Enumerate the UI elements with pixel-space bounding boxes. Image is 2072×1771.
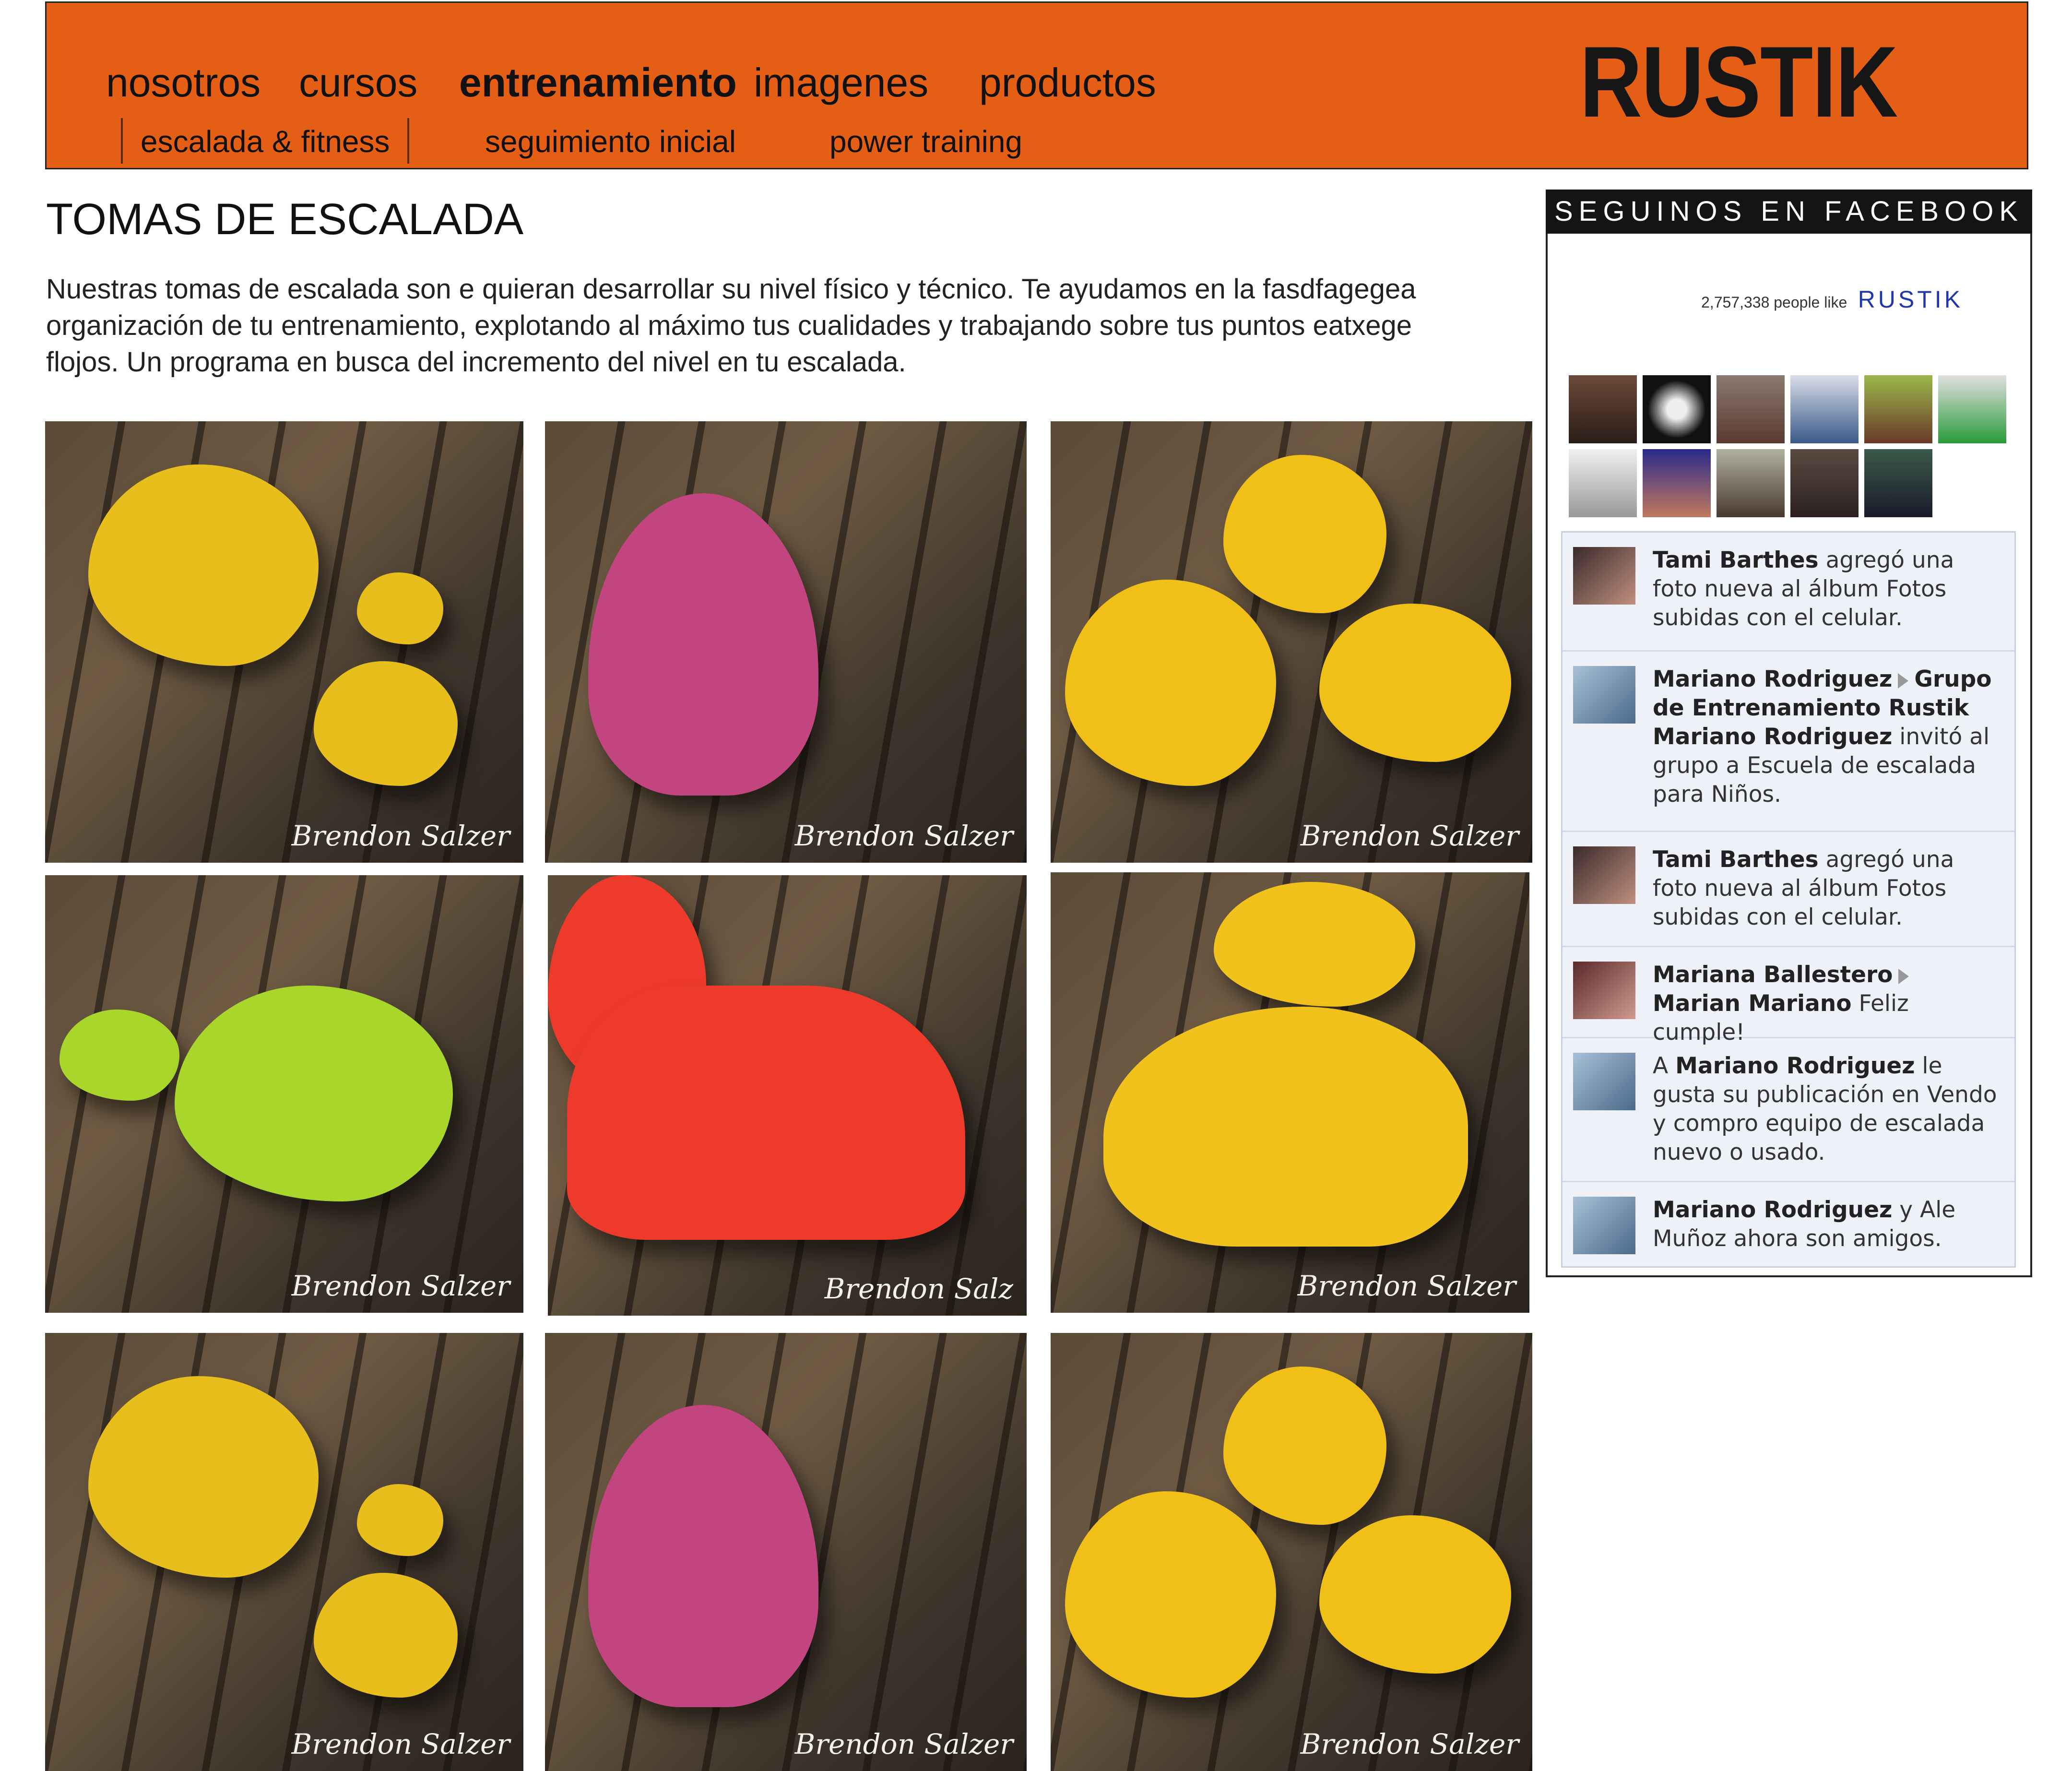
avatar[interactable] <box>1864 375 1932 443</box>
feed-story[interactable]: Mariano Rodriguez Grupo de Entrenamiento … <box>1563 652 2014 832</box>
like-line: 2,757,338 people like RUSTIK <box>1701 285 1963 313</box>
story-text: Mariano Rodriguez Grupo de Entrenamiento … <box>1653 665 1998 809</box>
story-avatar[interactable] <box>1573 666 1635 724</box>
avatar[interactable] <box>1717 449 1785 517</box>
photo-watermark: Brendon Salzer <box>1297 1270 1516 1302</box>
photo-tile[interactable]: Brendon Salzer <box>1051 421 1532 863</box>
avatar[interactable] <box>1643 449 1711 517</box>
avatar[interactable] <box>1790 375 1859 443</box>
avatar[interactable] <box>1569 375 1637 443</box>
story-actor[interactable]: Mariano Rodriguez <box>1653 666 1892 692</box>
photo-watermark: Brendon Salzer <box>291 1728 510 1760</box>
photo-tile[interactable]: Brendon Salzer <box>45 875 523 1313</box>
subnav-divider <box>407 118 409 164</box>
climbing-hold <box>357 1484 443 1556</box>
feed-story[interactable]: Mariano Rodriguez y Ale Muñoz ahora son … <box>1563 1182 2014 1266</box>
story-actor[interactable]: Tami Barthes <box>1653 547 1819 573</box>
feed-story[interactable]: A Mariano Rodriguez le gusta su publicac… <box>1563 1038 2014 1182</box>
story-text: A Mariano Rodriguez le gusta su publicac… <box>1653 1052 1998 1167</box>
climbing-hold <box>314 661 458 786</box>
page-title: TOMAS DE ESCALADA <box>46 195 524 244</box>
story-actor[interactable]: Tami Barthes <box>1653 846 1819 873</box>
story-avatar[interactable] <box>1573 547 1635 605</box>
climbing-hold <box>1223 1367 1386 1525</box>
story-text: Mariana BallesteroMarian Mariano Feliz c… <box>1653 961 1998 1047</box>
like-count: 2,757,338 people like <box>1701 294 1847 311</box>
story-prefix: A <box>1653 1053 1676 1079</box>
fb-page-link[interactable]: RUSTIK <box>1858 286 1963 313</box>
photo-watermark: Brendon Salzer <box>794 820 1013 852</box>
story-text: Mariano Rodriguez y Ale Muñoz ahora son … <box>1653 1196 1998 1253</box>
climbing-hold <box>1223 455 1386 613</box>
feed-story[interactable]: Mariana BallesteroMarian Mariano Feliz c… <box>1563 947 2014 1046</box>
story-text: Tami Barthes agregó una foto nueva al ál… <box>1653 845 1998 932</box>
story-target[interactable]: Marian Mariano <box>1653 990 1852 1017</box>
intro-text: Nuestras tomas de escalada son e quieran… <box>46 271 1543 380</box>
photo-watermark: Brendon Salzer <box>291 1270 510 1302</box>
site-header: nosotros cursos entrenamiento imagenes p… <box>45 1 2028 169</box>
intro-line: flojos. Un programa en busca del increme… <box>46 346 906 378</box>
avatar[interactable] <box>1717 375 1785 443</box>
story-actor[interactable]: Mariana Ballestero <box>1653 962 1893 988</box>
story-avatar[interactable] <box>1573 1197 1635 1254</box>
subnav-seguimiento-inicial[interactable]: seguimiento inicial <box>485 124 736 159</box>
avatar[interactable] <box>1569 449 1637 517</box>
photo-watermark: Brendon Salzer <box>794 1728 1013 1760</box>
avatar[interactable] <box>1864 449 1932 517</box>
nav-cursos[interactable]: cursos <box>299 59 417 106</box>
story-avatar[interactable] <box>1573 962 1635 1019</box>
avatar[interactable] <box>1643 375 1711 443</box>
nav-entrenamiento[interactable]: entrenamiento <box>459 59 737 106</box>
photo-watermark: Brendon Salz <box>824 1272 1013 1305</box>
avatar[interactable] <box>1790 449 1859 517</box>
story-text: Tami Barthes agregó una foto nueva al ál… <box>1653 546 1998 632</box>
story-actor[interactable]: Mariano Rodriguez <box>1653 1197 1892 1223</box>
feed-story[interactable]: Tami Barthes agregó una foto nueva al ál… <box>1563 832 2014 947</box>
story-avatar[interactable] <box>1573 1053 1635 1110</box>
photo-tile[interactable]: Brendon Salzer <box>1051 1333 1532 1771</box>
climbing-hold <box>567 986 965 1240</box>
story-actor[interactable]: Mariano Rodriguez <box>1675 1053 1915 1079</box>
intro-line: Nuestras tomas de escalada son e quieran… <box>46 273 1416 305</box>
climbing-hold <box>59 1010 179 1101</box>
subnav-power-training[interactable]: power training <box>829 124 1022 159</box>
nav-nosotros[interactable]: nosotros <box>106 59 260 106</box>
photo-watermark: Brendon Salzer <box>1300 1728 1519 1760</box>
subnav-escalada-fitness[interactable]: escalada & fitness <box>141 124 390 159</box>
activity-feed: Tami Barthes agregó una foto nueva al ál… <box>1561 531 2016 1268</box>
photo-watermark: Brendon Salzer <box>1300 820 1519 852</box>
photo-tile[interactable]: Brendon Salz <box>548 875 1027 1316</box>
nav-productos[interactable]: productos <box>979 59 1156 106</box>
intro-line: organización de tu entrenamiento, explot… <box>46 310 1412 341</box>
arrow-right-icon <box>1898 968 1909 984</box>
photo-tile[interactable]: Brendon Salzer <box>1051 872 1529 1313</box>
rustik-logo[interactable]: RUSTIK <box>1580 32 1898 132</box>
facebook-heading: SEGUINOS EN FACEBOOK <box>1546 190 2032 234</box>
nav-imagenes[interactable]: imagenes <box>754 59 928 106</box>
subnav-divider <box>121 118 123 164</box>
photo-tile[interactable]: Brendon Salzer <box>45 421 523 863</box>
photo-tile[interactable]: Brendon Salzer <box>545 421 1027 863</box>
photo-watermark: Brendon Salzer <box>291 820 510 852</box>
avatar[interactable] <box>1938 375 2006 443</box>
story-avatar[interactable] <box>1573 846 1635 904</box>
feed-story[interactable]: Tami Barthes agregó una foto nueva al ál… <box>1563 533 2014 652</box>
arrow-right-icon <box>1898 673 1909 689</box>
facebook-widget: 2,757,338 people like RUSTIK Tami Barthe… <box>1546 234 2032 1277</box>
photo-tile[interactable]: Brendon Salzer <box>545 1333 1027 1771</box>
climbing-hold <box>314 1573 458 1698</box>
photo-tile[interactable]: Brendon Salzer <box>45 1333 523 1771</box>
climbing-hold <box>357 572 443 644</box>
